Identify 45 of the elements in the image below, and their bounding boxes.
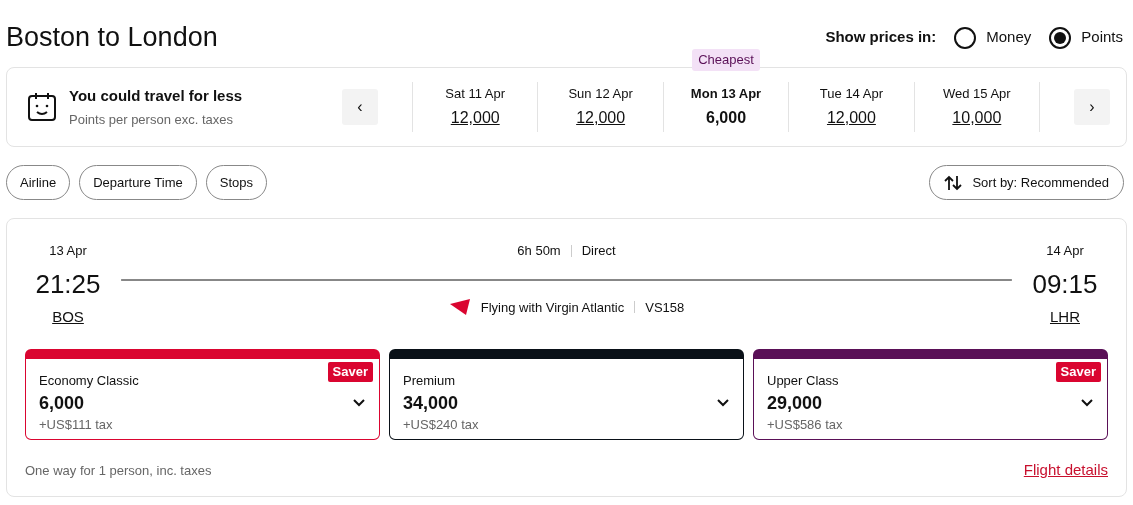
date-option[interactable]: Tue 14 Apr 12,000 bbox=[789, 82, 915, 132]
date-option[interactable]: Wed 15 Apr 10,000 bbox=[914, 82, 1041, 132]
cabin-price: 6,000 bbox=[39, 391, 86, 415]
cabin-fare-card[interactable]: Premium 34,000 +US$240 tax bbox=[389, 349, 744, 440]
departure-date: 13 Apr bbox=[49, 242, 87, 260]
arrival-time: 09:15 bbox=[1032, 267, 1098, 301]
saver-badge: Saver bbox=[327, 362, 373, 382]
flight-number: VS158 bbox=[645, 298, 685, 317]
cabin-tax: +US$111 tax bbox=[39, 415, 114, 434]
arrival-date: 14 Apr bbox=[1046, 242, 1084, 260]
cheapest-badge: Cheapest bbox=[692, 49, 760, 71]
fare-note: One way for 1 person, inc. taxes bbox=[25, 461, 212, 480]
next-button[interactable]: › bbox=[1074, 89, 1110, 125]
sort-icon bbox=[944, 174, 963, 191]
cabin-tax: +US$586 tax bbox=[767, 415, 843, 434]
cabin-price: 29,000 bbox=[767, 391, 824, 415]
cabin-fare-card[interactable]: Saver Upper Class 29,000 +US$586 tax bbox=[753, 349, 1108, 440]
price-toggle-label: Show prices in: bbox=[825, 27, 937, 48]
cabin-name: Premium bbox=[403, 372, 456, 390]
saver-badge: Saver bbox=[1055, 362, 1101, 382]
radio-option[interactable]: Money bbox=[954, 26, 1032, 49]
arrival-airport[interactable]: LHR bbox=[1050, 305, 1080, 328]
cabin-tax: +US$240 tax bbox=[403, 415, 479, 434]
flight-details-link[interactable]: Flight details bbox=[1023, 459, 1108, 482]
date-option[interactable]: Sat 11 Apr 12,000 bbox=[413, 82, 539, 132]
flight-stops: Direct bbox=[581, 242, 616, 260]
cabin-name: Upper Class bbox=[767, 372, 840, 390]
cabin-fare-card[interactable]: Saver Economy Classic 6,000 +US$111 tax bbox=[25, 349, 380, 440]
previous-button[interactable]: ‹ bbox=[342, 89, 378, 125]
chevron-down-icon bbox=[1081, 398, 1093, 407]
page-title: Boston to London bbox=[6, 24, 218, 51]
date-option[interactable]: Sun 12 Apr 12,000 bbox=[538, 82, 664, 132]
operator-text: Flying with Virgin Atlantic bbox=[480, 298, 625, 317]
radio-option[interactable]: Points bbox=[1049, 26, 1123, 49]
calendar-smile-icon bbox=[27, 92, 57, 122]
chevron-down-icon bbox=[717, 398, 729, 407]
airline-logo-icon bbox=[448, 298, 471, 317]
departure-time: 21:25 bbox=[35, 267, 101, 301]
cabin-name: Economy Classic bbox=[39, 372, 139, 390]
calendar-subheading: Points per person exc. taxes bbox=[69, 110, 235, 129]
chevron-down-icon bbox=[353, 398, 365, 407]
departure-airport[interactable]: BOS bbox=[52, 305, 84, 328]
flight-duration: 6h 50m bbox=[517, 242, 561, 260]
cabin-price: 34,000 bbox=[403, 391, 460, 415]
calendar-heading: You could travel for less bbox=[69, 86, 244, 106]
